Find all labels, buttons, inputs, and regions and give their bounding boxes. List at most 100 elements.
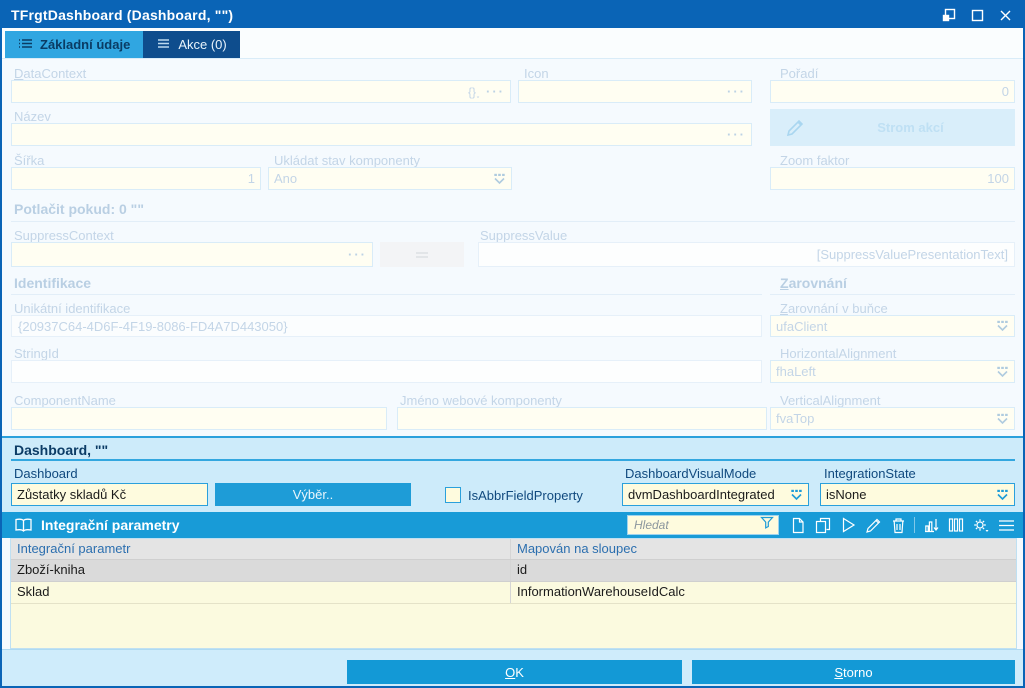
grid-header-param[interactable]: Integrační parametr	[11, 539, 511, 559]
datacontext-label: DataContext	[14, 66, 87, 81]
tab-akce[interactable]: Akce (0)	[143, 31, 240, 58]
stringid-label: StringId	[14, 346, 59, 361]
vertical-alignment-dropdown: fvaTop	[770, 407, 1015, 430]
settings-gear-icon[interactable]	[972, 516, 990, 534]
chevron-down-icon	[996, 366, 1009, 378]
poradi-field-wrap	[770, 80, 1015, 103]
list-icon	[156, 38, 171, 51]
jmeno-web-label: Jméno webové komponenty	[400, 393, 562, 408]
visual-mode-label: DashboardVisualMode	[625, 466, 757, 481]
new-document-icon[interactable]	[789, 516, 807, 534]
nazev-label: Název	[14, 109, 51, 124]
search-input[interactable]	[632, 517, 760, 533]
maximize-icon[interactable]	[969, 7, 985, 23]
list-icon	[18, 38, 33, 51]
grid-row[interactable]: Sklad InformationWarehouseIdCalc	[11, 582, 1016, 604]
strom-akci-label: Strom akcí	[877, 120, 944, 135]
suppressvalue-label: SuppressValue	[480, 228, 568, 243]
identifikace-section-header: Identifikace	[14, 275, 92, 291]
grid-row-selected[interactable]: Zboží-kniha id	[11, 560, 1016, 582]
dialog-window: TFrgtDashboard (Dashboard, "") Základní …	[0, 0, 1025, 688]
close-icon[interactable]	[997, 7, 1013, 23]
integration-state-dropdown[interactable]: isNone	[820, 483, 1015, 506]
poradi-input	[770, 80, 1015, 103]
grid-cell-param[interactable]: Zboží-kniha	[11, 560, 511, 581]
integration-state-value: isNone	[826, 487, 867, 502]
tab-bar: Základní údaje Akce (0)	[2, 28, 1023, 59]
chevron-down-icon	[493, 173, 506, 185]
isabbr-checkbox[interactable]	[445, 487, 461, 503]
grid-toolbar: Integrační parametry	[2, 512, 1023, 538]
vyber-button[interactable]: Výběr..	[215, 483, 411, 506]
grid-cell-column[interactable]: InformationWarehouseIdCalc	[511, 582, 1016, 603]
suppresscontext-field: ···	[11, 242, 373, 267]
divider	[11, 294, 762, 295]
columns-icon[interactable]	[947, 516, 965, 534]
unikatni-field: {20937C64-4D6F-4F19-8086-FD4A7D443050}	[11, 315, 762, 337]
ellipsis-icon: ···	[727, 127, 746, 142]
filter-funnel-icon[interactable]	[760, 516, 774, 534]
chevron-down-icon	[996, 413, 1009, 425]
ellipsis-icon: ···	[727, 84, 746, 99]
nazev-field: ···	[11, 123, 752, 146]
run-icon[interactable]	[839, 516, 857, 534]
vertical-alignment-label: VerticalAlignment	[780, 393, 881, 408]
grid-header-mapped[interactable]: Mapován na sloupec	[511, 539, 1016, 559]
tab-label: Akce (0)	[178, 37, 227, 52]
tab-zakladni-udaje[interactable]: Základní údaje	[5, 31, 144, 58]
ellipsis-icon: ···	[348, 247, 367, 262]
jmeno-web-input	[397, 407, 767, 430]
edit-pencil-icon[interactable]	[864, 516, 882, 534]
storno-button[interactable]: Storno	[692, 660, 1015, 684]
grid-search[interactable]	[627, 515, 779, 535]
grid-cell-param[interactable]: Sklad	[11, 582, 511, 603]
horizontal-alignment-value: fhaLeft	[776, 364, 816, 379]
delete-trash-icon[interactable]	[889, 516, 907, 534]
footer-bar: OK Storno	[2, 649, 1023, 686]
ellipsis-icon: ···	[486, 84, 505, 99]
chevron-down-icon	[996, 489, 1009, 501]
horizontal-alignment-label: HorizontalAlignment	[780, 346, 897, 361]
jmeno-web-field-wrap	[397, 407, 767, 430]
dock-icon[interactable]	[941, 7, 957, 23]
chart-export-icon[interactable]	[922, 516, 940, 534]
icon-label: Icon	[524, 66, 549, 81]
book-icon	[14, 518, 33, 533]
componentname-input	[11, 407, 387, 430]
ok-button[interactable]: OK	[347, 660, 682, 684]
zoom-faktor-field-wrap	[770, 167, 1015, 190]
dashboard-panel-header: Dashboard, ""	[14, 442, 109, 458]
menu-icon[interactable]	[997, 516, 1015, 534]
visual-mode-dropdown[interactable]: dvmDashboardIntegrated	[622, 483, 809, 506]
zoom-faktor-input	[770, 167, 1015, 190]
ukladat-stav-value: Ano	[274, 171, 298, 186]
componentname-label: ComponentName	[14, 393, 116, 408]
componentname-field-wrap	[11, 407, 387, 430]
suppressvalue-field: [SuppressValuePresentationText]	[478, 242, 1015, 267]
suppressvalue-value: [SuppressValuePresentationText]	[816, 247, 1008, 262]
horizontal-alignment-dropdown: fhaLeft	[770, 360, 1015, 383]
title-bar[interactable]: TFrgtDashboard (Dashboard, "")	[2, 2, 1023, 28]
dashboard-field-wrap	[11, 483, 208, 506]
zarovnani-bunce-dropdown: ufaClient	[770, 315, 1015, 337]
dashboard-input[interactable]	[11, 483, 208, 506]
integration-state-label: IntegrationState	[824, 466, 916, 481]
copy-icon[interactable]	[814, 516, 832, 534]
sirka-label: Šířka	[14, 153, 45, 168]
dashboard-label: Dashboard	[14, 466, 78, 481]
divider	[11, 459, 1015, 461]
unikatni-value: {20937C64-4D6F-4F19-8086-FD4A7D443050}	[18, 318, 288, 334]
strom-akci-button: Strom akcí	[770, 109, 1015, 146]
icon-field: ···	[518, 80, 752, 103]
grid-cell-column[interactable]: id	[511, 560, 1016, 581]
datacontext-field: {}˯ ···	[11, 80, 511, 103]
divider	[770, 294, 1015, 295]
sirka-input	[11, 167, 261, 190]
integration-grid: Integrační parametr Mapován na sloupec Z…	[10, 538, 1017, 649]
grid-header-row[interactable]: Integrační parametr Mapován na sloupec	[11, 539, 1016, 560]
braces-icon: {}˯	[467, 84, 480, 99]
ukladat-stav-dropdown: Ano	[268, 167, 512, 190]
chevron-down-icon	[996, 320, 1009, 332]
suppresscontext-label: SuppressContext	[14, 228, 114, 243]
edit-pencil-icon	[784, 117, 806, 139]
